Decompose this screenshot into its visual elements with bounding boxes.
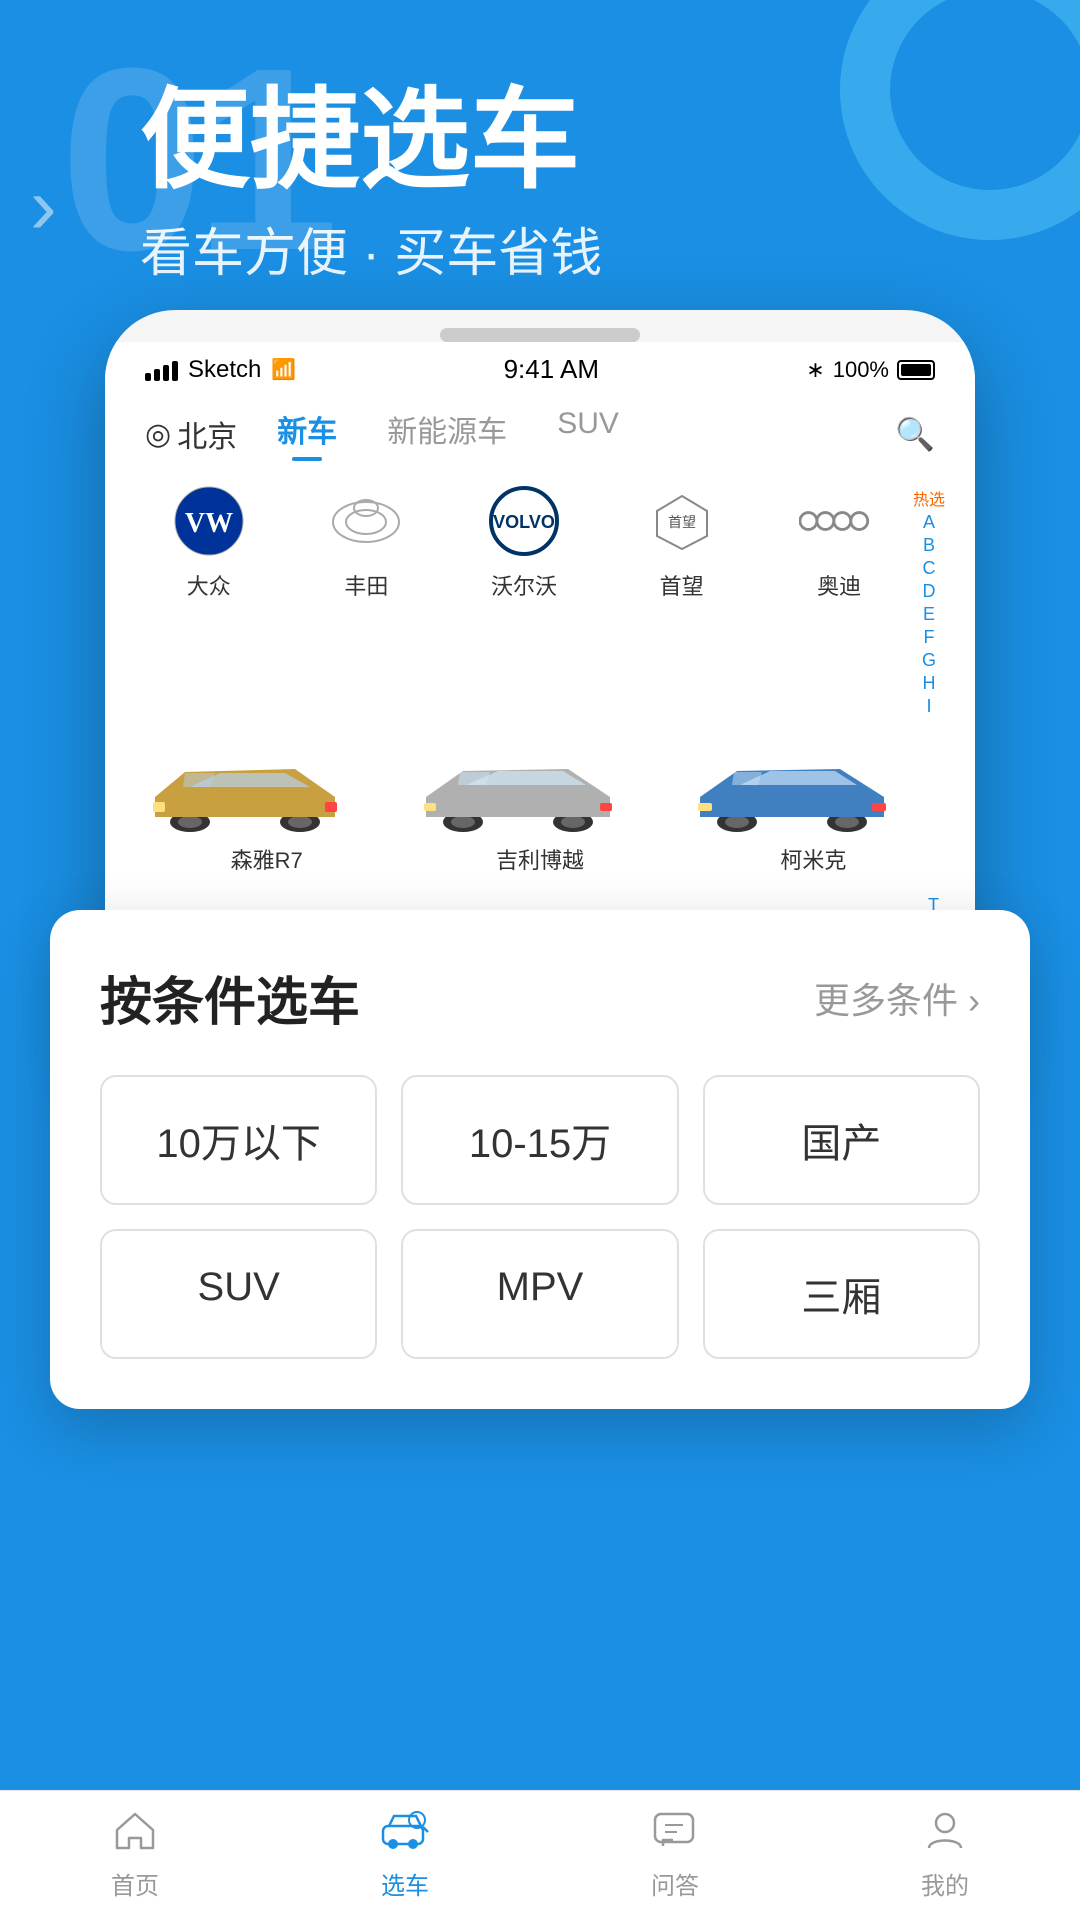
carrier-name: Sketch <box>188 356 261 384</box>
brand-name-audi: 奥迪 <box>817 569 861 601</box>
alpha-e[interactable]: E <box>923 604 935 625</box>
car-name-geely: 吉利博越 <box>496 843 584 875</box>
filter-btn-3[interactable]: SUV <box>100 1229 377 1359</box>
tab-qa-label: 问答 <box>651 1866 699 1901</box>
alpha-f[interactable]: F <box>923 627 934 648</box>
bottom-tabbar: 首页 选车 问答 <box>0 1790 1080 1920</box>
status-time: 9:41 AM <box>504 354 599 385</box>
brand-logo-volvo: VOLVO <box>484 481 564 561</box>
filter-title: 按条件选车 <box>100 960 360 1035</box>
car-grid: 森雅R7 吉利博越 <box>135 747 945 875</box>
tab-profile[interactable]: 我的 <box>921 1810 969 1901</box>
alpha-hot[interactable]: 热选 <box>913 486 945 510</box>
alpha-index-brands: 热选 A B C D E F G H I <box>913 481 945 717</box>
brand-item-shouxin[interactable]: 首望 首望 <box>608 481 756 717</box>
person-icon <box>925 1810 965 1860</box>
home-icon <box>113 1810 157 1860</box>
svg-text:首望: 首望 <box>668 514 696 530</box>
brand-name-shouxin: 首望 <box>660 569 704 601</box>
filter-btn-5[interactable]: 三厢 <box>703 1229 980 1359</box>
tab-home-label: 首页 <box>111 1866 159 1901</box>
car-name-senya: 森雅R7 <box>231 843 303 875</box>
car-item-senya[interactable]: 森雅R7 <box>135 747 398 875</box>
brand-logo-shouxin: 首望 <box>642 481 722 561</box>
chat-icon <box>653 1810 697 1860</box>
battery-percent: 100% <box>833 357 889 383</box>
alpha-d[interactable]: D <box>922 581 935 602</box>
tab-select-car-label: 选车 <box>381 1866 429 1901</box>
alpha-b[interactable]: B <box>923 535 935 556</box>
search-icon[interactable]: 🔍 <box>895 415 935 453</box>
filter-btn-1[interactable]: 10-15万 <box>401 1075 678 1205</box>
signal-bars <box>145 359 178 381</box>
location-city: 北京 <box>177 412 237 456</box>
brand-logo-audi <box>799 481 879 561</box>
alpha-i[interactable]: I <box>926 696 931 717</box>
filter-btn-4[interactable]: MPV <box>401 1229 678 1359</box>
status-right: ∗ 100% <box>806 357 935 383</box>
location-pin-icon: ◎ <box>145 417 171 452</box>
nav-location[interactable]: ◎ 北京 <box>145 412 237 456</box>
car-image-senya <box>135 747 398 837</box>
brand-item-volvo[interactable]: VOLVO 沃尔沃 <box>450 481 598 717</box>
filter-btn-0[interactable]: 10万以下 <box>100 1075 377 1205</box>
status-left: Sketch 📶 <box>145 356 296 384</box>
brand-name-vw: 大众 <box>187 569 231 601</box>
alpha-c[interactable]: C <box>922 558 935 579</box>
page-title: 便捷选车 <box>140 80 602 201</box>
car-image-kamiq <box>682 747 945 837</box>
brand-item-toyota[interactable]: 丰田 <box>293 481 441 717</box>
alpha-a[interactable]: A <box>923 512 935 533</box>
brand-name-volvo: 沃尔沃 <box>491 569 557 601</box>
car-section: 森雅R7 吉利博越 <box>105 737 975 895</box>
bg-circle-decoration <box>840 0 1080 240</box>
phone-notch <box>440 328 640 342</box>
car-search-icon <box>381 1810 429 1860</box>
nav-tabs: 新车 新能源车 SUV <box>277 407 855 461</box>
status-bar: Sketch 📶 9:41 AM ∗ 100% <box>105 342 975 393</box>
page-subtitle: 看车方便 · 买车省钱 <box>140 211 602 286</box>
wifi-icon: 📶 <box>271 357 296 382</box>
tab-select-car[interactable]: 选车 <box>381 1810 429 1901</box>
battery-icon <box>897 360 935 380</box>
car-name-kamiq: 柯米克 <box>780 843 846 875</box>
brand-logo-toyota <box>326 481 406 561</box>
header-area: 便捷选车 看车方便 · 买车省钱 <box>140 80 602 286</box>
tab-new-energy[interactable]: 新能源车 <box>387 407 507 461</box>
filter-more-btn[interactable]: 更多条件 › <box>814 972 980 1024</box>
brand-item-vw[interactable]: VW 大众 <box>135 481 283 717</box>
brand-name-toyota: 丰田 <box>344 569 388 601</box>
brand-section: VW 大众 丰田 <box>105 461 975 737</box>
tab-new-car[interactable]: 新车 <box>277 407 337 461</box>
bg-arrow-decoration: › <box>30 160 57 252</box>
alpha-h[interactable]: H <box>922 673 935 694</box>
brand-grid: VW 大众 丰田 <box>135 481 913 717</box>
filter-grid: 10万以下 10-15万 国产 SUV MPV 三厢 <box>100 1075 980 1359</box>
alpha-g[interactable]: G <box>922 650 936 671</box>
filter-btn-2[interactable]: 国产 <box>703 1075 980 1205</box>
bluetooth-icon: ∗ <box>806 357 824 383</box>
tab-home[interactable]: 首页 <box>111 1810 159 1901</box>
tab-profile-label: 我的 <box>921 1866 969 1901</box>
brand-item-audi[interactable]: 奥迪 <box>765 481 913 717</box>
svg-text:VW: VW <box>185 508 233 539</box>
brand-logo-vw: VW <box>169 481 249 561</box>
car-item-kamiq[interactable]: 柯米克 <box>682 747 945 875</box>
filter-card: 按条件选车 更多条件 › 10万以下 10-15万 国产 SUV MPV 三厢 <box>50 910 1030 1409</box>
svg-text:VOLVO: VOLVO <box>493 512 555 532</box>
nav-bar: ◎ 北京 新车 新能源车 SUV 🔍 <box>105 393 975 461</box>
tab-qa[interactable]: 问答 <box>651 1810 699 1901</box>
car-item-geely[interactable]: 吉利博越 <box>408 747 671 875</box>
car-image-geely <box>408 747 671 837</box>
tab-suv[interactable]: SUV <box>557 407 619 461</box>
filter-header: 按条件选车 更多条件 › <box>100 960 980 1035</box>
